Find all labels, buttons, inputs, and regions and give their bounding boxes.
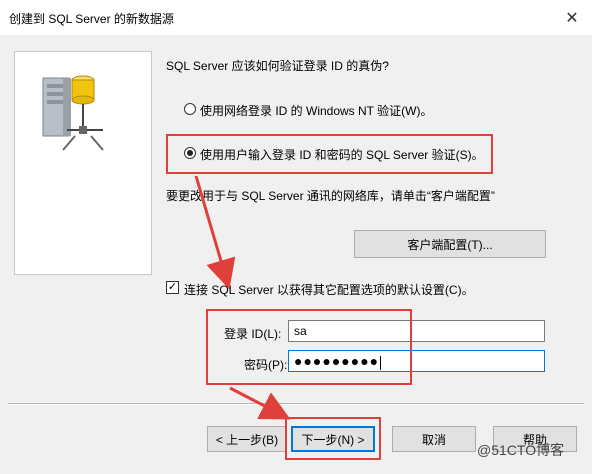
back-button[interactable]: < 上一步(B) bbox=[207, 426, 287, 452]
title-bar: 创建到 SQL Server 的新数据源 ✕ bbox=[0, 0, 592, 35]
connect-checkbox[interactable]: ✓ bbox=[166, 281, 179, 294]
close-icon[interactable]: ✕ bbox=[560, 6, 584, 30]
dialog-body: SQL Server 应该如何验证登录 ID 的真伪? 使用网络登录 ID 的 … bbox=[0, 35, 592, 474]
auth-question: SQL Server 应该如何验证登录 ID 的真伪? bbox=[166, 59, 389, 73]
network-library-hint: 要更改用于与 SQL Server 通讯的网络库，请单击“客户端配置” bbox=[166, 189, 495, 203]
radio-windows-auth[interactable] bbox=[184, 103, 196, 115]
highlight-next-button bbox=[285, 417, 381, 460]
illustration-panel bbox=[14, 51, 152, 275]
window-title: 创建到 SQL Server 的新数据源 bbox=[9, 12, 174, 26]
database-server-icon bbox=[42, 75, 104, 151]
client-config-button[interactable]: 客户端配置(T)... bbox=[354, 230, 546, 258]
separator bbox=[8, 403, 584, 405]
highlight-login-fields bbox=[206, 309, 412, 385]
watermark: @51CTO博客 bbox=[477, 442, 565, 458]
cancel-button[interactable]: 取消 bbox=[392, 426, 476, 452]
highlight-sql-auth bbox=[166, 134, 493, 174]
radio-windows-auth-label[interactable]: 使用网络登录 ID 的 Windows NT 验证(W)。 bbox=[200, 102, 432, 119]
connect-checkbox-label[interactable]: 连接 SQL Server 以获得其它配置选项的默认设置(C)。 bbox=[184, 281, 474, 298]
